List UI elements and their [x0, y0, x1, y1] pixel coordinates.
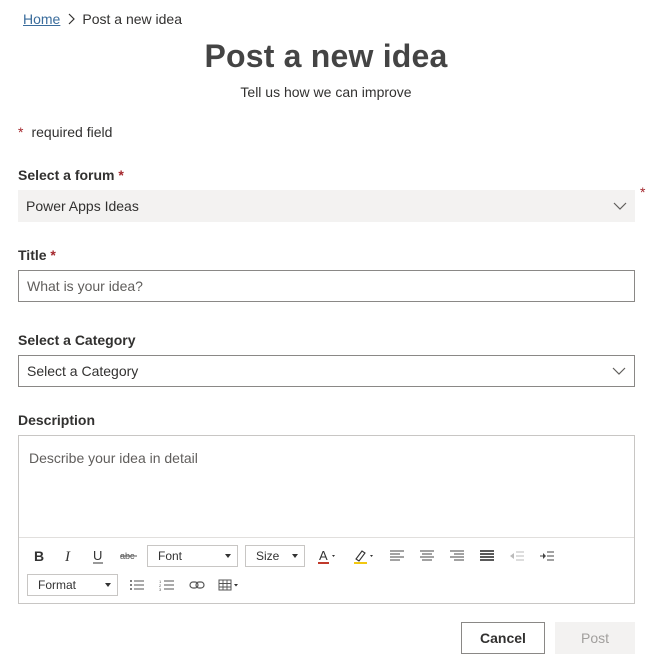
font-dropdown-label: Font — [158, 549, 183, 563]
caret-down-icon — [292, 554, 298, 558]
forum-label-text: Select a forum — [18, 167, 115, 183]
forum-label: Select a forum * — [18, 167, 124, 183]
cancel-button[interactable]: Cancel — [461, 622, 545, 654]
chevron-down-icon — [612, 367, 626, 375]
svg-text:B: B — [34, 549, 44, 563]
outdent-icon[interactable] — [507, 546, 527, 566]
breadcrumb-current: Post a new idea — [82, 11, 182, 27]
page-subtitle: Tell us how we can improve — [240, 84, 412, 100]
size-dropdown-label: Size — [256, 549, 280, 563]
justify-icon[interactable] — [477, 546, 497, 566]
numbered-list-icon[interactable]: 123 — [157, 575, 177, 595]
italic-icon[interactable]: I — [61, 546, 77, 566]
title-label: Title * — [18, 247, 56, 263]
post-button[interactable]: Post — [555, 622, 635, 654]
forum-select-value: Power Apps Ideas — [26, 198, 139, 214]
svg-text:A: A — [319, 548, 328, 563]
format-dropdown-label: Format — [38, 578, 77, 592]
editor-toolbar: B I U abc Font Size A Format 1 2 3 — [19, 537, 634, 603]
breadcrumb-home-link[interactable]: Home — [23, 11, 60, 27]
format-dropdown[interactable]: Format — [27, 574, 118, 596]
align-right-icon[interactable] — [447, 546, 467, 566]
description-placeholder[interactable]: Describe your idea in detail — [29, 450, 198, 466]
align-left-icon[interactable] — [387, 546, 407, 566]
align-center-icon[interactable] — [417, 546, 437, 566]
size-dropdown[interactable]: Size — [245, 545, 305, 567]
breadcrumb: Home Post a new idea — [23, 11, 182, 27]
indent-icon[interactable] — [537, 546, 557, 566]
table-icon[interactable] — [217, 575, 243, 595]
forum-outer-required-star: * — [640, 184, 646, 200]
caret-down-icon — [225, 554, 231, 558]
title-input[interactable] — [18, 270, 635, 302]
svg-text:I: I — [64, 549, 71, 563]
bulleted-list-icon[interactable] — [127, 575, 147, 595]
chevron-right-icon — [68, 13, 76, 25]
description-editor[interactable]: Describe your idea in detail B I U abc F… — [18, 435, 635, 604]
svg-text:U: U — [93, 549, 102, 563]
page-title: Post a new idea — [204, 38, 448, 74]
title-required-star: * — [50, 247, 56, 263]
required-star: * — [18, 124, 24, 140]
required-field-note: * required field — [18, 124, 112, 140]
category-label: Select a Category — [18, 332, 136, 348]
chevron-down-icon — [613, 202, 627, 210]
required-note-text: required field — [31, 124, 113, 140]
strikethrough-icon[interactable]: abc — [119, 546, 139, 566]
link-icon[interactable] — [187, 575, 207, 595]
svg-text:3: 3 — [159, 587, 162, 591]
bold-icon[interactable]: B — [31, 546, 47, 566]
forum-select[interactable]: Power Apps Ideas — [18, 190, 635, 222]
font-dropdown[interactable]: Font — [147, 545, 238, 567]
highlight-icon[interactable] — [352, 545, 378, 567]
description-label: Description — [18, 412, 96, 428]
underline-icon[interactable]: U — [90, 546, 106, 566]
caret-down-icon — [105, 583, 111, 587]
category-select[interactable]: Select a Category — [18, 355, 635, 387]
title-label-text: Title — [18, 247, 47, 263]
category-select-value: Select a Category — [27, 363, 139, 379]
font-color-icon[interactable]: A — [316, 545, 340, 567]
forum-required-star: * — [118, 167, 124, 183]
